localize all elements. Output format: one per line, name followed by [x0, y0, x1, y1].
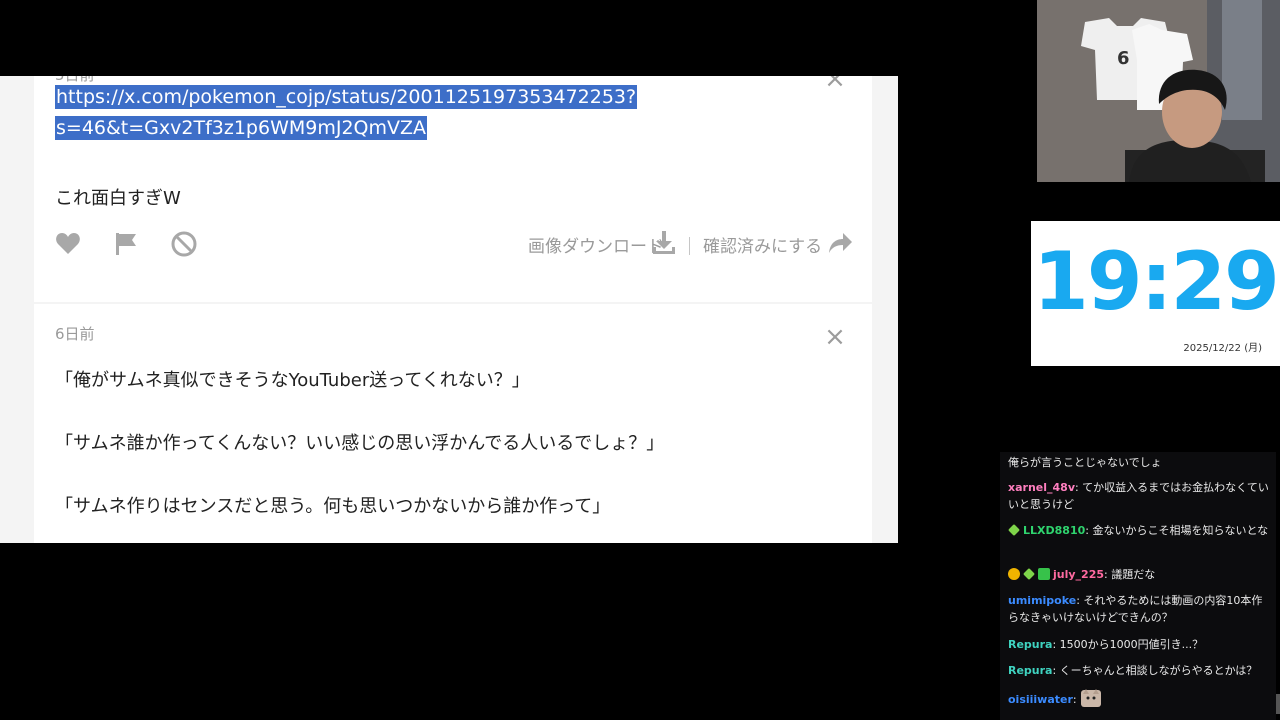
chat-overlay: 俺らが言うことじゃないでしょ xarnel_48v: てか収益入るまではお金払わ… [1000, 452, 1276, 720]
chat-username[interactable]: LLXD8810 [1023, 524, 1085, 537]
sparkle-badge-icon [1023, 568, 1035, 580]
message-text: 「サムネ誰か作ってくんない？いい感じの思い浮かんでる人いるでしょ？」 [55, 433, 665, 454]
clock-widget: 19:29 2025/12/22 (月) [1031, 221, 1280, 366]
chat-message: LLXD8810: 金ないからこそ相場を知らないとな [1008, 522, 1270, 539]
chat-username[interactable]: Repura [1008, 638, 1052, 651]
clock-date: 2025/12/22 (月) [1183, 343, 1262, 354]
block-icon[interactable] [170, 230, 198, 258]
chat-text: : [1072, 693, 1077, 706]
chat-text: 俺らが言うことじゃないでしょ [1008, 456, 1162, 469]
heart-icon[interactable] [54, 230, 82, 258]
sparkle-badge-icon [1008, 524, 1020, 536]
chat-username[interactable]: Repura [1008, 664, 1052, 677]
svg-text:6: 6 [1117, 48, 1130, 69]
chat-message: xarnel_48v: てか収益入るまではお金払わなくていいと思うけど [1008, 479, 1270, 513]
action-divider [689, 237, 690, 255]
link-text[interactable]: s=46&t=Gxv2Tf3z1p6WM9mJ2QmVZA [55, 116, 428, 140]
message-timestamp: 6日前 [55, 325, 95, 343]
share-arrow-icon[interactable] [826, 228, 854, 256]
webcam-feed: 6 [1037, 0, 1280, 182]
message-text: 「俺がサムネ真似できそうなYouTuber送ってくれない？」 [55, 370, 530, 391]
chat-scrollbar[interactable] [1276, 694, 1280, 714]
chat-username[interactable]: umimipoke [1008, 594, 1076, 607]
message-card: 6日前 × 「俺がサムネ真似できそうなYouTuber送ってくれない？」 「サム… [34, 304, 872, 543]
chat-message: Repura: 1500から1000円値引き...？ [1008, 636, 1270, 653]
cat-emote-icon [1081, 689, 1102, 707]
close-icon[interactable]: × [824, 324, 846, 350]
close-icon[interactable]: × [824, 76, 846, 92]
mark-confirmed-button[interactable]: 確認済みにする [703, 232, 822, 257]
chat-username[interactable]: july_225 [1053, 568, 1104, 581]
chat-text: : 議題だな [1104, 568, 1156, 581]
chat-message: umimipoke: それやるためには動画の内容10本作らなきゃいけないけどでき… [1008, 592, 1270, 626]
message-text: 「サムネ作りはセンスだと思う。何も思いつかないから誰か作って」 [55, 496, 611, 517]
webcam-image: 6 [1037, 0, 1280, 182]
chat-message: oisiiiwater: [1008, 688, 1270, 708]
message-card: 5日前 × https://x.com/pokemon_cojp/status/… [34, 76, 872, 302]
chat-message: july_225: 議題だな [1008, 566, 1270, 583]
message-text: これ面白すぎW [55, 188, 181, 209]
clock-time: 19:29 [1033, 235, 1280, 328]
chat-text: : くーちゃんと相談しながらやるとかは？ [1052, 664, 1258, 677]
link-text[interactable]: https://x.com/pokemon_cojp/status/200112… [55, 85, 638, 109]
chat-username[interactable]: oisiiiwater [1008, 693, 1073, 706]
gold-badge-icon [1008, 568, 1020, 580]
download-icon[interactable] [650, 228, 678, 256]
message-timestamp: 5日前 [55, 76, 95, 85]
gift-badge-icon [1038, 568, 1050, 580]
message-panel: 5日前 × https://x.com/pokemon_cojp/status/… [0, 76, 898, 543]
flag-icon[interactable] [112, 230, 140, 258]
download-image-button[interactable]: 画像ダウンロード [528, 232, 664, 257]
chat-message: Repura: くーちゃんと相談しながらやるとかは？ [1008, 662, 1270, 679]
chat-text: : 1500から1000円値引き...？ [1052, 638, 1204, 651]
chat-username[interactable]: xarnel_48v [1008, 481, 1075, 494]
chat-message: 俺らが言うことじゃないでしょ [1008, 454, 1270, 471]
chat-text: : 金ないからこそ相場を知らないとな [1085, 524, 1269, 537]
